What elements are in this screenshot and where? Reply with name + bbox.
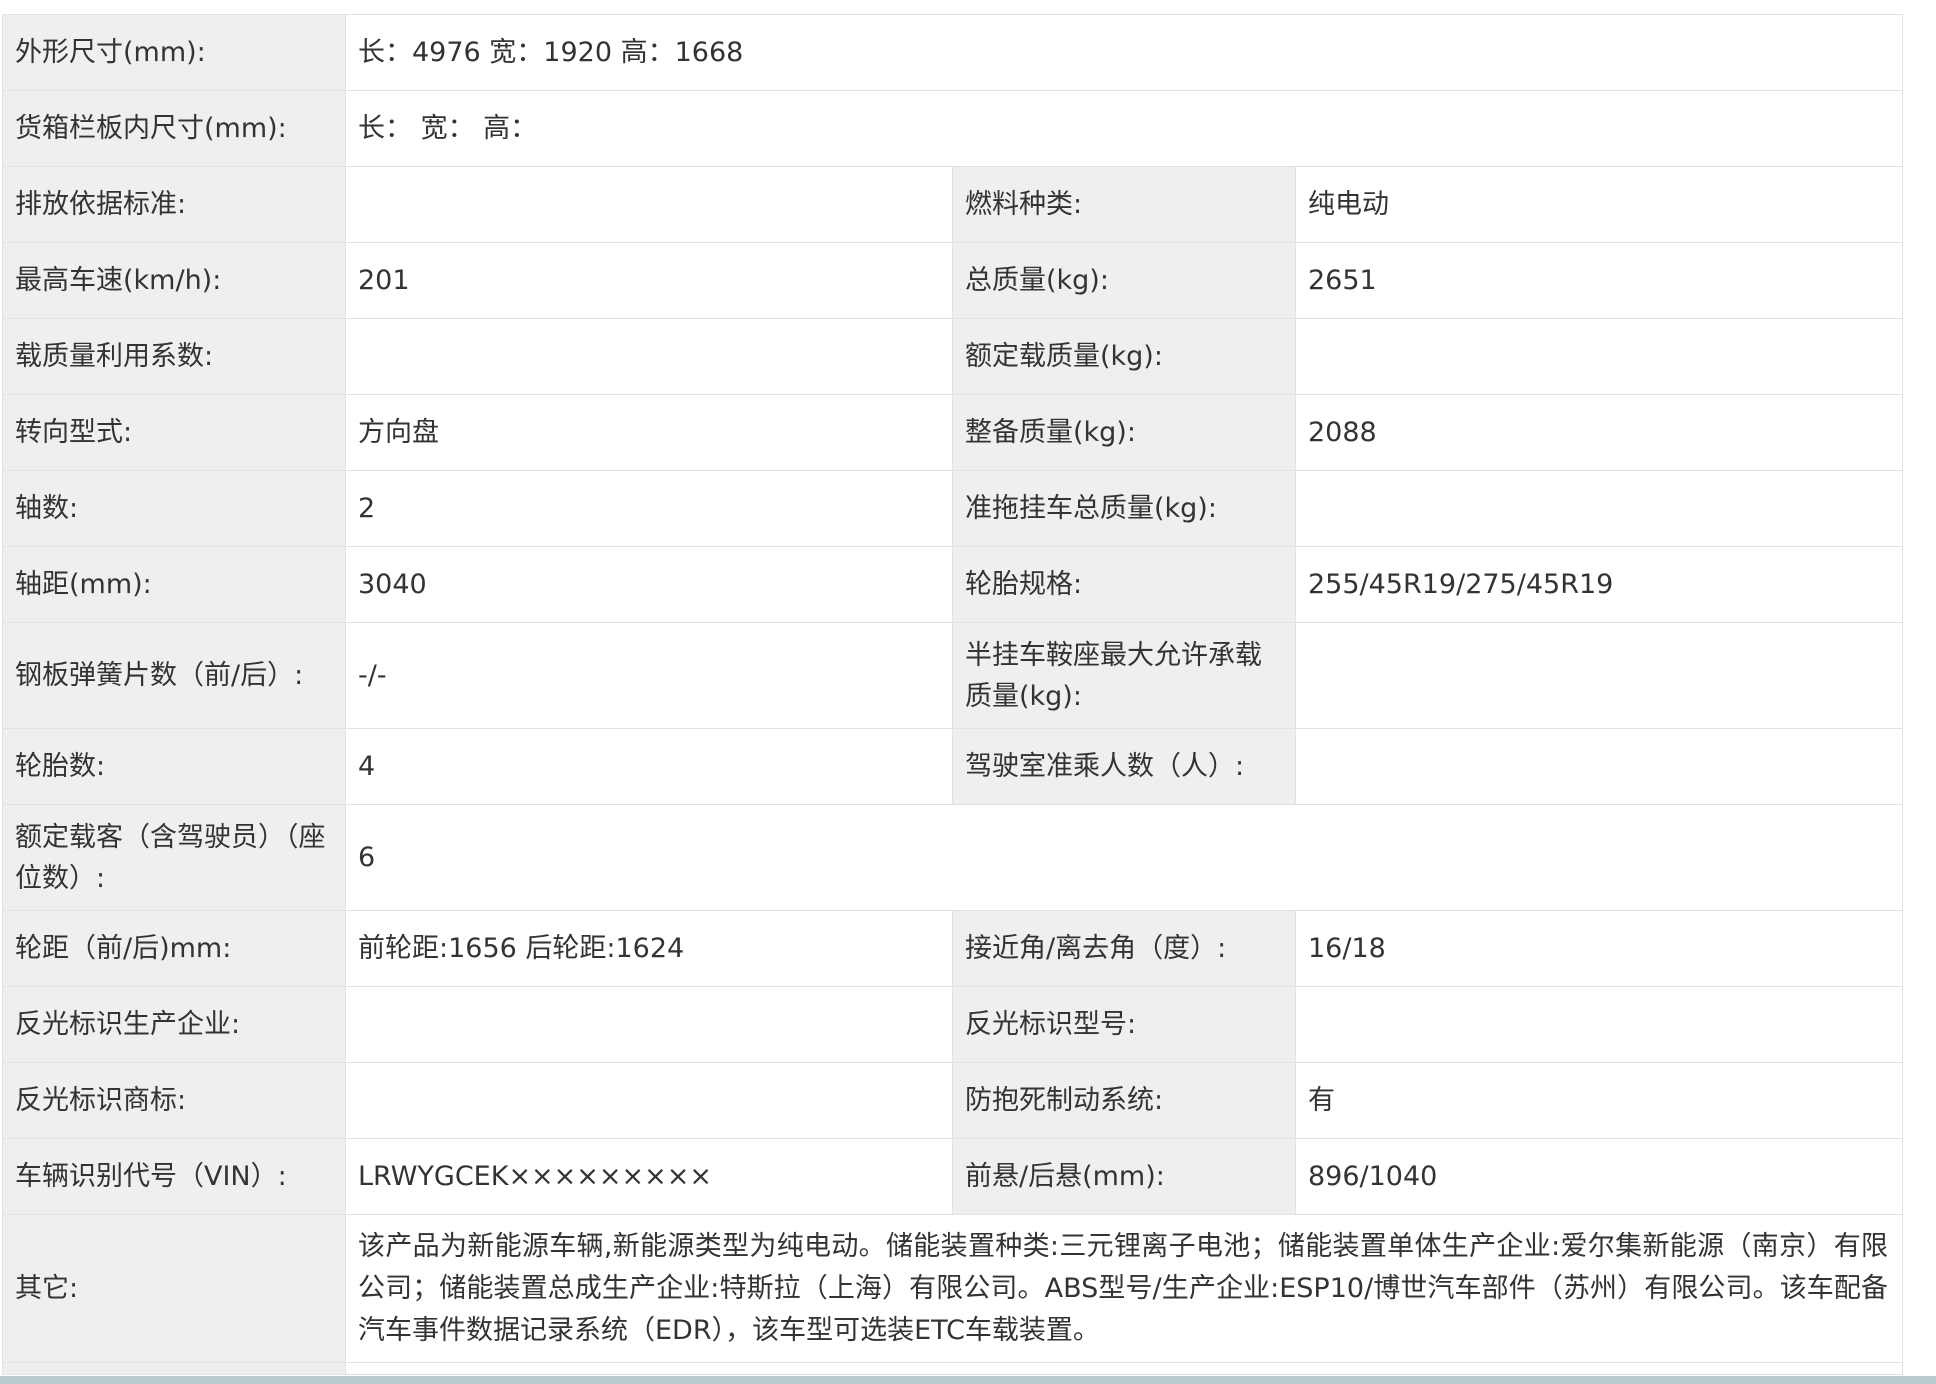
label-approach-departure-angle: 接近角/离去角（度）: bbox=[952, 910, 1296, 987]
value-trailer-mass bbox=[1294, 470, 1904, 547]
spec-row-track-angles: 轮距（前/后)mm: 前轮距:1656 后轮距:1624 接近角/离去角（度）:… bbox=[2, 910, 1904, 987]
value-abs-system: 有 bbox=[1294, 1062, 1904, 1139]
label-total-mass: 总质量(kg): bbox=[952, 242, 1296, 319]
label-max-speed: 最高车速(km/h): bbox=[2, 242, 346, 319]
spec-row-tires-cab: 轮胎数: 4 驾驶室准乘人数（人）: bbox=[2, 728, 1904, 805]
bottom-scroll-bar bbox=[0, 1376, 1936, 1384]
label-curb-mass: 整备质量(kg): bbox=[952, 394, 1296, 471]
spec-row-springs-saddle: 钢板弹簧片数（前/后）: -/- 半挂车鞍座最大允许承载质量(kg): bbox=[2, 622, 1904, 729]
value-load-coefficient bbox=[345, 318, 953, 395]
label-other: 其它: bbox=[2, 1214, 346, 1363]
spec-row-emission-fuel: 排放依据标准: 燃料种类: 纯电动 bbox=[2, 166, 1904, 243]
label-axle-count: 轴数: bbox=[2, 470, 346, 547]
value-approach-departure-angle: 16/18 bbox=[1294, 910, 1904, 987]
value-vin: LRWYGCEK××××××××× bbox=[345, 1138, 953, 1215]
label-tire-count: 轮胎数: bbox=[2, 728, 346, 805]
spec-row-dimensions: 外形尺寸(mm): 长：4976 宽：1920 高：1668 bbox=[2, 14, 1904, 91]
label-saddle-load: 半挂车鞍座最大允许承载质量(kg): bbox=[952, 622, 1296, 729]
label-abs-system: 防抱死制动系统: bbox=[952, 1062, 1296, 1139]
label-reflective-model: 反光标识型号: bbox=[952, 986, 1296, 1063]
spec-row-reflective-abs: 反光标识商标: 防抱死制动系统: 有 bbox=[2, 1062, 1904, 1139]
label-trailer-mass: 准拖挂车总质量(kg): bbox=[952, 470, 1296, 547]
spec-row-wheelbase-tire: 轴距(mm): 3040 轮胎规格: 255/45R19/275/45R19 bbox=[2, 546, 1904, 623]
value-saddle-load bbox=[1294, 622, 1904, 729]
spec-row-trailing bbox=[2, 1362, 1904, 1375]
spec-row-load: 载质量利用系数: 额定载质量(kg): bbox=[2, 318, 1904, 395]
value-fuel-type: 纯电动 bbox=[1294, 166, 1904, 243]
spec-row-other: 其它: 该产品为新能源车辆,新能源类型为纯电动。储能装置种类:三元锂离子电池；储… bbox=[2, 1214, 1904, 1363]
trailing-value-cell bbox=[344, 1362, 1904, 1375]
spec-page: 外形尺寸(mm): 长：4976 宽：1920 高：1668 货箱栏板内尺寸(m… bbox=[0, 0, 1936, 1384]
spec-row-vin-overhang: 车辆识别代号（VIN）: LRWYGCEK××××××××× 前悬/后悬(mm)… bbox=[2, 1138, 1904, 1215]
label-wheelbase: 轴距(mm): bbox=[2, 546, 346, 623]
value-max-speed: 201 bbox=[345, 242, 953, 319]
label-rated-load: 额定载质量(kg): bbox=[952, 318, 1296, 395]
label-reflective-manufacturer: 反光标识生产企业: bbox=[2, 986, 346, 1063]
label-cab-occupants: 驾驶室准乘人数（人）: bbox=[952, 728, 1296, 805]
spec-row-steering-curb: 转向型式: 方向盘 整备质量(kg): 2088 bbox=[2, 394, 1904, 471]
spec-row-speed-mass: 最高车速(km/h): 201 总质量(kg): 2651 bbox=[2, 242, 1904, 319]
value-steering-type: 方向盘 bbox=[345, 394, 953, 471]
value-reflective-model bbox=[1294, 986, 1904, 1063]
label-track-width: 轮距（前/后)mm: bbox=[2, 910, 346, 987]
label-load-coefficient: 载质量利用系数: bbox=[2, 318, 346, 395]
value-tire-count: 4 bbox=[345, 728, 953, 805]
value-tire-spec: 255/45R19/275/45R19 bbox=[1294, 546, 1904, 623]
label-dimensions: 外形尺寸(mm): bbox=[2, 14, 346, 91]
label-emission-standard: 排放依据标准: bbox=[2, 166, 346, 243]
value-curb-mass: 2088 bbox=[1294, 394, 1904, 471]
value-cargo-box-size: 长： 宽： 高： bbox=[344, 90, 1904, 167]
label-steering-type: 转向型式: bbox=[2, 394, 346, 471]
label-rated-passengers: 额定载客（含驾驶员）（座位数）: bbox=[2, 804, 346, 911]
trailing-label-cell bbox=[2, 1362, 346, 1375]
spec-row-seats: 额定载客（含驾驶员）（座位数）: 6 bbox=[2, 804, 1904, 911]
spec-row-axles-trailer: 轴数: 2 准拖挂车总质量(kg): bbox=[2, 470, 1904, 547]
value-axle-count: 2 bbox=[345, 470, 953, 547]
value-emission-standard bbox=[345, 166, 953, 243]
value-dimensions: 长：4976 宽：1920 高：1668 bbox=[344, 14, 1904, 91]
spec-row-cargo-box: 货箱栏板内尺寸(mm): 长： 宽： 高： bbox=[2, 90, 1904, 167]
value-wheelbase: 3040 bbox=[345, 546, 953, 623]
value-leaf-springs: -/- bbox=[345, 622, 953, 729]
value-cab-occupants bbox=[1294, 728, 1904, 805]
vehicle-spec-table: 外形尺寸(mm): 长：4976 宽：1920 高：1668 货箱栏板内尺寸(m… bbox=[2, 14, 1904, 1375]
label-leaf-springs: 钢板弹簧片数（前/后）: bbox=[2, 622, 346, 729]
label-reflective-brand: 反光标识商标: bbox=[2, 1062, 346, 1139]
value-other-notes: 该产品为新能源车辆,新能源类型为纯电动。储能装置种类:三元锂离子电池；储能装置单… bbox=[344, 1214, 1904, 1363]
value-overhang: 896/1040 bbox=[1294, 1138, 1904, 1215]
value-total-mass: 2651 bbox=[1294, 242, 1904, 319]
value-reflective-brand bbox=[345, 1062, 953, 1139]
label-fuel-type: 燃料种类: bbox=[952, 166, 1296, 243]
value-rated-load bbox=[1294, 318, 1904, 395]
value-track-width: 前轮距:1656 后轮距:1624 bbox=[345, 910, 953, 987]
label-vin: 车辆识别代号（VIN）: bbox=[2, 1138, 346, 1215]
label-cargo-box-size: 货箱栏板内尺寸(mm): bbox=[2, 90, 346, 167]
spec-row-reflective-maker: 反光标识生产企业: 反光标识型号: bbox=[2, 986, 1904, 1063]
label-tire-spec: 轮胎规格: bbox=[952, 546, 1296, 623]
label-overhang: 前悬/后悬(mm): bbox=[952, 1138, 1296, 1215]
value-reflective-manufacturer bbox=[345, 986, 953, 1063]
value-rated-passengers: 6 bbox=[344, 804, 1904, 911]
